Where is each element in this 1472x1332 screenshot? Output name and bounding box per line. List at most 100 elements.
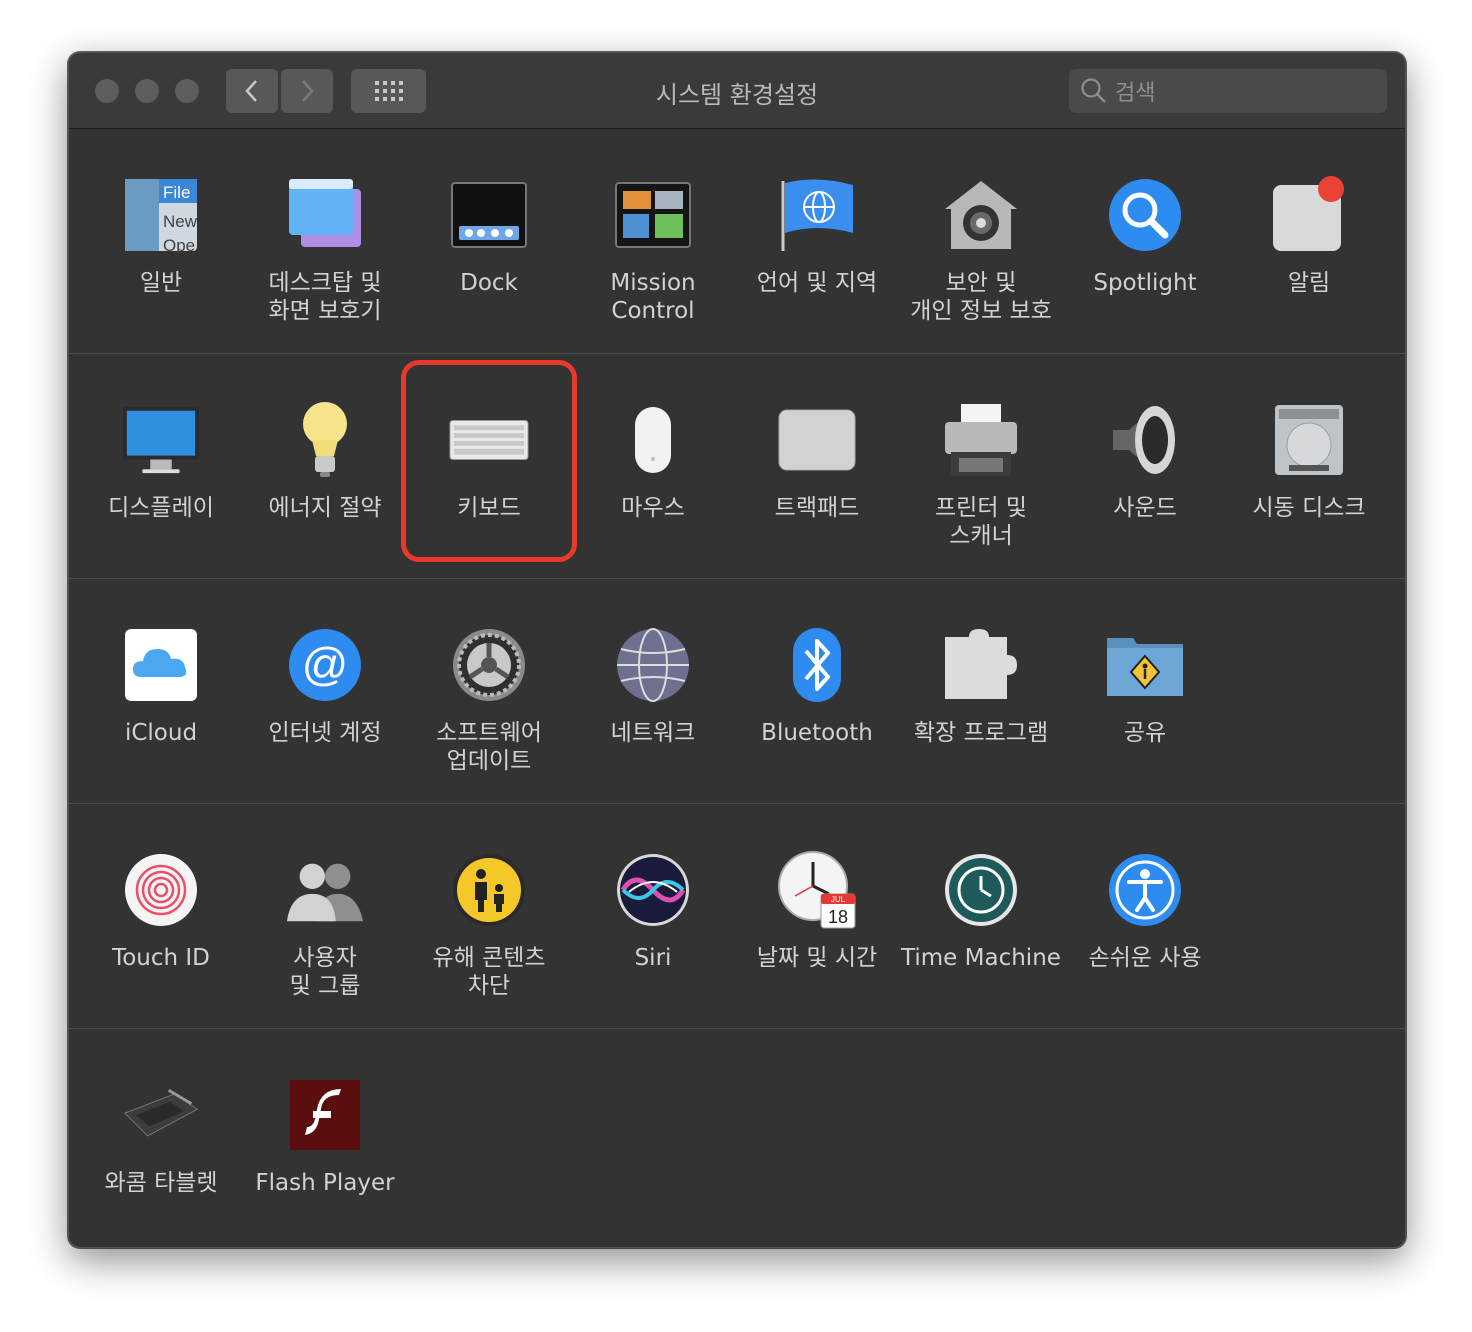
- pane-users-groups[interactable]: 사용자 및 그룹: [243, 804, 407, 1028]
- pane-label: 사운드: [1113, 495, 1177, 521]
- pane-label: Bluetooth: [761, 720, 873, 746]
- bluetooth-icon: [777, 625, 857, 705]
- calendar-month-text: JUL: [831, 895, 846, 904]
- pane-label: 디스플레이: [108, 495, 214, 521]
- trackpad-icon: [777, 400, 857, 480]
- preferences-row-1: File New Ope 일반 데스크탑 및 화면 보호기 Dock Missi…: [69, 129, 1405, 354]
- users-groups-icon: [285, 850, 365, 930]
- pane-desktop-screensaver[interactable]: 데스크탑 및 화면 보호기: [243, 129, 407, 353]
- startup-disk-icon: [1269, 400, 1349, 480]
- pane-label: Touch ID: [112, 945, 210, 971]
- pane-extensions[interactable]: 확장 프로그램: [899, 579, 1063, 803]
- accessibility-icon: [1105, 850, 1185, 930]
- pane-network[interactable]: 네트워크: [571, 579, 735, 803]
- pane-printers-scanners[interactable]: 프린터 및 스캐너: [899, 354, 1063, 578]
- energy-saver-icon: [285, 400, 365, 480]
- pane-date-time[interactable]: JUL 18 날짜 및 시간: [735, 804, 899, 1028]
- general-icon-open-text: Ope: [163, 236, 195, 253]
- pane-icloud[interactable]: iCloud: [79, 579, 243, 803]
- sound-icon: [1105, 400, 1185, 480]
- dock-icon: [449, 175, 529, 255]
- security-privacy-icon: [941, 175, 1021, 255]
- pane-label: 인터넷 계정: [268, 720, 382, 746]
- pane-label: 프린터 및 스캐너: [935, 495, 1027, 549]
- pane-software-update[interactable]: 소프트웨어 업데이트: [407, 579, 571, 803]
- pane-spotlight[interactable]: Spotlight: [1063, 129, 1227, 353]
- pane-label: 사용자 및 그룹: [289, 945, 361, 999]
- pane-label: 소프트웨어 업데이트: [436, 720, 542, 774]
- preferences-row-4: Touch ID 사용자 및 그룹 유해 콘텐츠 차단 Siri JUL 18 …: [69, 804, 1405, 1029]
- pane-label: Mission Control: [610, 270, 696, 324]
- date-time-icon: JUL 18: [777, 850, 857, 930]
- pane-label: 일반: [139, 270, 183, 296]
- pane-label: 언어 및 지역: [756, 270, 878, 296]
- pane-label: iCloud: [124, 720, 198, 746]
- preferences-row-3: iCloud @ 인터넷 계정 소프트웨어 업데이트 네트워크 Bluetoot…: [69, 579, 1405, 804]
- siri-icon: [613, 850, 693, 930]
- extensions-icon: [941, 625, 1021, 705]
- pane-label: 마우스: [621, 495, 685, 521]
- pane-label: Dock: [460, 270, 518, 296]
- pane-label: Siri: [634, 945, 672, 971]
- pane-label: 데스크탑 및 화면 보호기: [268, 270, 382, 324]
- pane-label: 확장 프로그램: [913, 720, 1049, 746]
- pane-siri[interactable]: Siri: [571, 804, 735, 1028]
- pane-internet-accounts[interactable]: @ 인터넷 계정: [243, 579, 407, 803]
- icloud-icon: [121, 625, 201, 705]
- pane-parental-controls[interactable]: 유해 콘텐츠 차단: [407, 804, 571, 1028]
- pane-notifications[interactable]: 알림: [1227, 129, 1391, 353]
- search-field[interactable]: 검색: [1069, 69, 1387, 113]
- pane-label: 키보드: [457, 495, 521, 521]
- internet-accounts-icon: @: [285, 625, 365, 705]
- pane-wacom-tablet[interactable]: 와콤 타블렛: [79, 1029, 243, 1247]
- pane-language-region[interactable]: 언어 및 지역: [735, 129, 899, 353]
- system-preferences-window: 시스템 환경설정 검색 File New Ope 일반 데스크탑 및 화면 보호…: [68, 52, 1406, 1248]
- pane-sound[interactable]: 사운드: [1063, 354, 1227, 578]
- general-icon: File New Ope: [121, 175, 201, 255]
- mission-control-icon: [613, 175, 693, 255]
- pane-label: 와콤 타블렛: [104, 1170, 218, 1196]
- pane-security-privacy[interactable]: 보안 및 개인 정보 보호: [899, 129, 1063, 353]
- pane-displays[interactable]: 디스플레이: [79, 354, 243, 578]
- displays-icon: [121, 400, 201, 480]
- pane-energy-saver[interactable]: 에너지 절약: [243, 354, 407, 578]
- pane-sharing[interactable]: 공유: [1063, 579, 1227, 803]
- software-update-icon: [449, 625, 529, 705]
- preferences-row-2: 디스플레이 에너지 절약 키보드 마우스 트랙패드 프린터 및 스캐너 사운드 …: [69, 354, 1405, 579]
- pane-label: 공유: [1123, 720, 1167, 746]
- mouse-icon: [613, 400, 693, 480]
- pane-keyboard[interactable]: 키보드: [407, 354, 571, 578]
- pane-label: 알림: [1287, 270, 1331, 296]
- pane-general[interactable]: File New Ope 일반: [79, 129, 243, 353]
- pane-accessibility[interactable]: 손쉬운 사용: [1063, 804, 1227, 1028]
- title-bar: 시스템 환경설정 검색: [69, 53, 1405, 129]
- pane-mouse[interactable]: 마우스: [571, 354, 735, 578]
- pane-time-machine[interactable]: Time Machine: [899, 804, 1063, 1028]
- pane-label: 네트워크: [610, 720, 696, 746]
- spotlight-icon: [1105, 175, 1185, 255]
- calendar-day-text: 18: [828, 907, 848, 927]
- pane-bluetooth[interactable]: Bluetooth: [735, 579, 899, 803]
- pane-dock[interactable]: Dock: [407, 129, 571, 353]
- desktop-screensaver-icon: [285, 175, 365, 255]
- printers-scanners-icon: [941, 400, 1021, 480]
- pane-touch-id[interactable]: Touch ID: [79, 804, 243, 1028]
- touch-id-icon: [121, 850, 201, 930]
- pane-label: 유해 콘텐츠 차단: [432, 945, 546, 999]
- general-icon-new-text: New: [163, 212, 198, 231]
- pane-flash-player[interactable]: Flash Player: [243, 1029, 407, 1247]
- pane-label: 손쉬운 사용: [1088, 945, 1202, 971]
- pane-label: Time Machine: [901, 945, 1061, 971]
- pane-label: 트랙패드: [774, 495, 860, 521]
- pane-label: Spotlight: [1093, 270, 1197, 296]
- search-placeholder: 검색: [1115, 81, 1156, 106]
- pane-label: 시동 디스크: [1252, 495, 1366, 521]
- pane-mission-control[interactable]: Mission Control: [571, 129, 735, 353]
- svg-text:@: @: [302, 638, 349, 690]
- pane-label: Flash Player: [255, 1170, 395, 1196]
- wacom-tablet-icon: [121, 1075, 201, 1155]
- language-region-icon: [777, 175, 857, 255]
- pane-startup-disk[interactable]: 시동 디스크: [1227, 354, 1391, 578]
- preferences-row-5: 와콤 타블렛 Flash Player: [69, 1029, 1405, 1247]
- pane-trackpad[interactable]: 트랙패드: [735, 354, 899, 578]
